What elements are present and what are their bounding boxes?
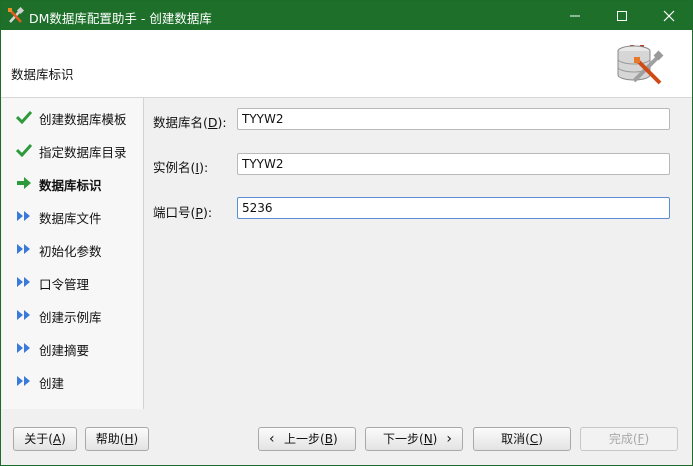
wizard-steps-sidebar: 创建数据库模板 指定数据库目录 数据库标识 数据库文件 初始化参数 口令管理 创… <box>2 98 144 409</box>
maximize-button[interactable] <box>599 1 645 30</box>
help-button[interactable]: 帮助(H) <box>85 427 149 451</box>
double-chevron-icon <box>17 244 30 254</box>
page-title: 数据库标识 <box>11 67 74 82</box>
cancel-button[interactable]: 取消(C) <box>473 427 571 451</box>
db-name-label: 数据库名(D): <box>153 115 227 130</box>
title-bar: DM数据库配置助手 - 创建数据库 <box>1 1 692 30</box>
close-button[interactable] <box>646 1 692 30</box>
double-chevron-icon <box>17 211 30 221</box>
db-name-input[interactable] <box>237 108 670 130</box>
double-chevron-icon <box>17 376 30 386</box>
step-label: 创建 <box>39 376 65 391</box>
step-label: 创建示例库 <box>39 310 102 325</box>
chevron-right-icon: › <box>446 431 452 447</box>
double-chevron-icon <box>17 310 30 320</box>
minimize-icon <box>570 15 580 17</box>
wizard-header: 数据库标识 <box>1 30 692 98</box>
database-tools-icon <box>617 44 664 85</box>
step-label: 口令管理 <box>39 277 90 292</box>
about-button[interactable]: 关于(A) <box>13 427 77 451</box>
instance-name-input[interactable] <box>237 153 670 175</box>
step-label: 数据库文件 <box>39 211 102 226</box>
app-tools-icon <box>8 7 25 23</box>
maximize-icon <box>617 11 627 21</box>
step-label: 数据库标识 <box>39 178 102 193</box>
step-label: 创建数据库模板 <box>39 112 127 127</box>
instance-name-label: 实例名(I): <box>153 160 209 175</box>
step-label: 指定数据库目录 <box>39 145 127 160</box>
minimize-button[interactable] <box>552 1 598 30</box>
next-button[interactable]: 下一步(N) › <box>365 427 463 451</box>
port-input[interactable] <box>237 197 670 219</box>
checkmark-icon <box>16 143 32 157</box>
close-icon <box>663 10 675 22</box>
chevron-left-icon: ‹ <box>269 431 275 447</box>
finish-button[interactable]: 完成(F) <box>580 427 678 451</box>
step-label: 创建摘要 <box>39 343 90 358</box>
double-chevron-icon <box>17 343 30 353</box>
double-chevron-icon <box>17 277 30 287</box>
window-title: DM数据库配置助手 - 创建数据库 <box>29 11 212 26</box>
checkmark-icon <box>16 110 32 124</box>
arrow-right-icon <box>17 177 31 189</box>
back-button[interactable]: ‹ 上一步(B) <box>258 427 356 451</box>
dm-config-window: DM数据库配置助手 - 创建数据库 数据库标识 创建数据库模板 指定数据库目录 … <box>0 0 693 466</box>
step-label: 初始化参数 <box>39 244 102 259</box>
port-label: 端口号(P): <box>153 205 213 220</box>
form-panel: 数据库名(D): 实例名(I): 端口号(P): <box>144 98 692 409</box>
